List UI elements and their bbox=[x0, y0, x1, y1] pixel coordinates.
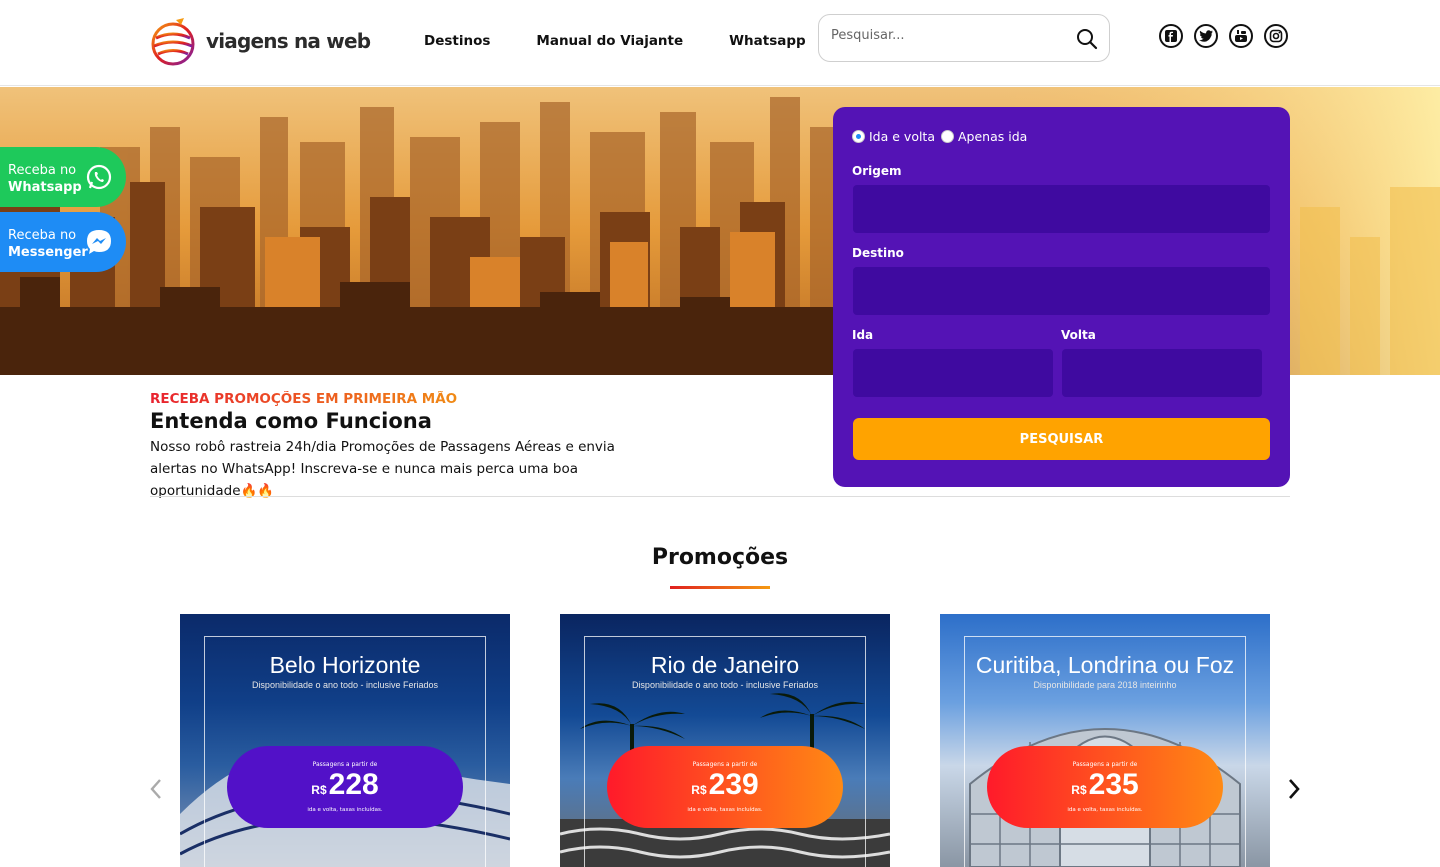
price-amount: 228 bbox=[328, 768, 379, 801]
card-subtitle: Disponibilidade o ano todo - inclusive F… bbox=[251, 680, 439, 690]
price-value: R$239 bbox=[607, 768, 843, 802]
youtube-icon[interactable] bbox=[1229, 24, 1253, 48]
social-links bbox=[1159, 24, 1288, 48]
promo-card-curitiba[interactable]: Curitiba, Londrina ou Foz Disponibilidad… bbox=[940, 614, 1270, 867]
intro-title: Entenda como Funciona bbox=[150, 409, 432, 433]
site-logo[interactable]: viagens na web bbox=[150, 14, 371, 68]
price-amount: 239 bbox=[708, 768, 759, 801]
price-currency: R$ bbox=[311, 783, 327, 797]
price-note: ida e volta, taxas incluídas. bbox=[1067, 807, 1143, 813]
logo-globe-icon bbox=[151, 18, 195, 66]
brand-name: viagens na web bbox=[206, 29, 371, 53]
site-header: viagens na web Destinos Manual do Viajan… bbox=[0, 0, 1440, 86]
departure-date-field[interactable] bbox=[853, 349, 1053, 397]
price-note: ida e volta, taxas incluídas. bbox=[687, 807, 763, 813]
price-from: Passagens a partir de bbox=[312, 761, 378, 768]
search-box bbox=[818, 14, 1110, 62]
price-value: R$228 bbox=[227, 768, 463, 802]
price-from: Passagens a partir de bbox=[1072, 761, 1138, 768]
facebook-icon[interactable] bbox=[1159, 24, 1183, 48]
nav-manual-do-viajante[interactable]: Manual do Viajante bbox=[536, 33, 683, 49]
messenger-line2: Messenger bbox=[8, 245, 88, 260]
price-pill: Passagens a partir de R$228 ida e volta,… bbox=[227, 746, 463, 828]
oneway-radio[interactable] bbox=[941, 130, 954, 143]
whatsapp-subscribe-button[interactable]: Receba no Whatsapp bbox=[0, 147, 126, 207]
search-input[interactable] bbox=[831, 28, 1071, 43]
promo-card-rio-de-janeiro[interactable]: Rio de Janeiro Disponibilidade o ano tod… bbox=[560, 614, 890, 867]
departure-date-label: Ida bbox=[852, 328, 874, 342]
twitter-icon[interactable] bbox=[1194, 24, 1218, 48]
price-pill: Passagens a partir de R$235 ida e volta,… bbox=[987, 746, 1223, 828]
promos-title-underline bbox=[670, 586, 770, 589]
card-subtitle: Disponibilidade para 2018 inteirinho bbox=[1033, 680, 1177, 690]
carousel-next-icon[interactable] bbox=[1284, 776, 1304, 802]
price-amount: 235 bbox=[1088, 768, 1139, 801]
origin-field[interactable] bbox=[853, 185, 1270, 233]
whatsapp-icon bbox=[86, 164, 112, 190]
main-nav: Destinos Manual do Viajante Whatsapp bbox=[424, 33, 806, 49]
price-currency: R$ bbox=[1071, 783, 1087, 797]
intro-text: Nosso robô rastreia 24h/dia Promoções de… bbox=[150, 439, 615, 499]
card-subtitle: Disponibilidade o ano todo - inclusive F… bbox=[631, 680, 819, 690]
trip-type-selector: Ida e volta Apenas ida bbox=[852, 129, 1027, 144]
return-date-field[interactable] bbox=[1062, 349, 1262, 397]
nav-destinos[interactable]: Destinos bbox=[424, 33, 490, 49]
destination-label: Destino bbox=[852, 246, 904, 260]
card-city: Curitiba, Londrina ou Foz bbox=[975, 652, 1235, 678]
return-date-label: Volta bbox=[1061, 328, 1096, 342]
price-currency: R$ bbox=[691, 783, 707, 797]
carousel-prev-icon[interactable] bbox=[146, 776, 166, 802]
search-flights-button[interactable]: PESQUISAR bbox=[853, 418, 1270, 460]
roundtrip-radio[interactable] bbox=[852, 130, 865, 143]
card-city: Belo Horizonte bbox=[269, 652, 421, 678]
messenger-subscribe-button[interactable]: Receba no Messenger bbox=[0, 212, 126, 272]
intro-kicker: RECEBA PROMOÇÕES EM PRIMEIRA MÃO bbox=[150, 391, 458, 407]
oneway-label[interactable]: Apenas ida bbox=[958, 129, 1027, 144]
flight-search-form: Ida e volta Apenas ida Origem Destino Id… bbox=[833, 107, 1290, 487]
price-note: ida e volta, taxas incluídas. bbox=[307, 807, 383, 813]
destination-field[interactable] bbox=[853, 267, 1270, 315]
nav-whatsapp[interactable]: Whatsapp bbox=[729, 33, 806, 49]
price-value: R$235 bbox=[987, 768, 1223, 802]
messenger-icon bbox=[87, 230, 111, 254]
promo-card-belo-horizonte[interactable]: Belo Horizonte Disponibilidade o ano tod… bbox=[180, 614, 510, 867]
section-divider bbox=[150, 496, 1290, 497]
search-icon[interactable] bbox=[1075, 27, 1099, 51]
origin-label: Origem bbox=[852, 164, 902, 178]
instagram-icon[interactable] bbox=[1264, 24, 1288, 48]
card-city: Rio de Janeiro bbox=[650, 652, 800, 678]
promos-title: Promoções bbox=[651, 545, 789, 570]
price-pill: Passagens a partir de R$239 ida e volta,… bbox=[607, 746, 843, 828]
roundtrip-label[interactable]: Ida e volta bbox=[869, 129, 935, 144]
price-from: Passagens a partir de bbox=[692, 761, 758, 768]
whatsapp-line2: Whatsapp bbox=[8, 180, 82, 195]
